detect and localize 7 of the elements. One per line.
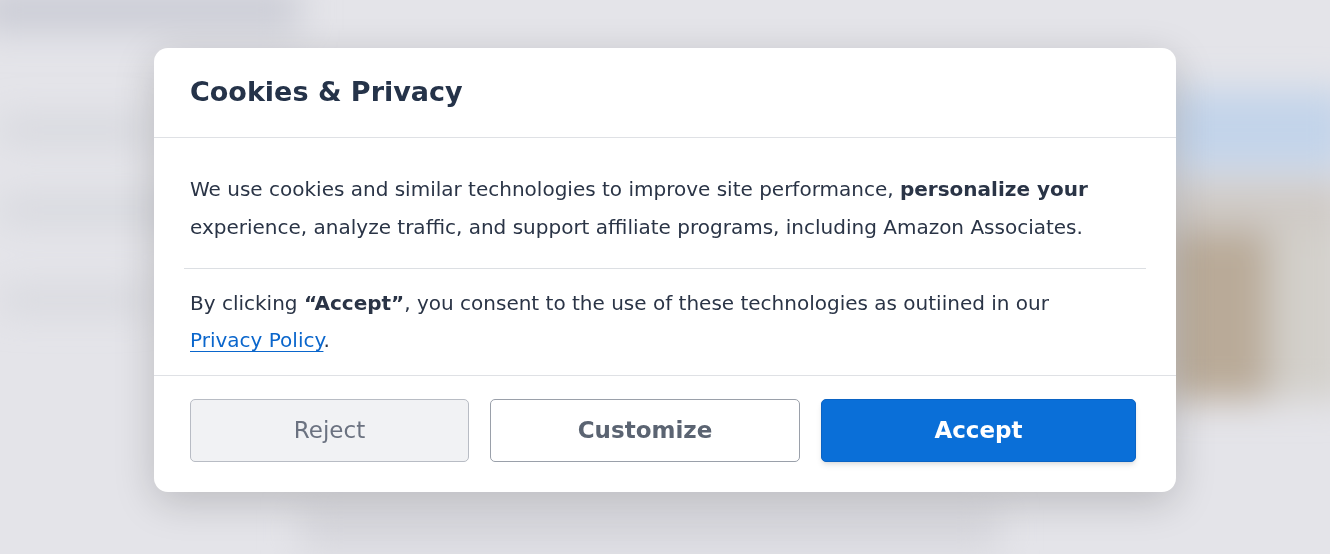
outline-button[interactable]: Customize [490,399,800,462]
muted-button[interactable]: Reject [190,399,469,462]
privacy-policy-link[interactable]: Privacy Policy [190,328,324,352]
consent-paragraph: By clicking “Accept”, you consent to the use of these technologies as outiined in our Privacy Policy. [189,290,1050,354]
intro-paragraph: We use cookies and similar technologies to improve site performance, personalize your experience, analyze traffic, and support affiliate programs, including Amazon Associates. [189,176,1089,241]
primary-button[interactable]: Accept [821,399,1136,462]
dialog-title: Cookies & Privacy [190,75,463,110]
